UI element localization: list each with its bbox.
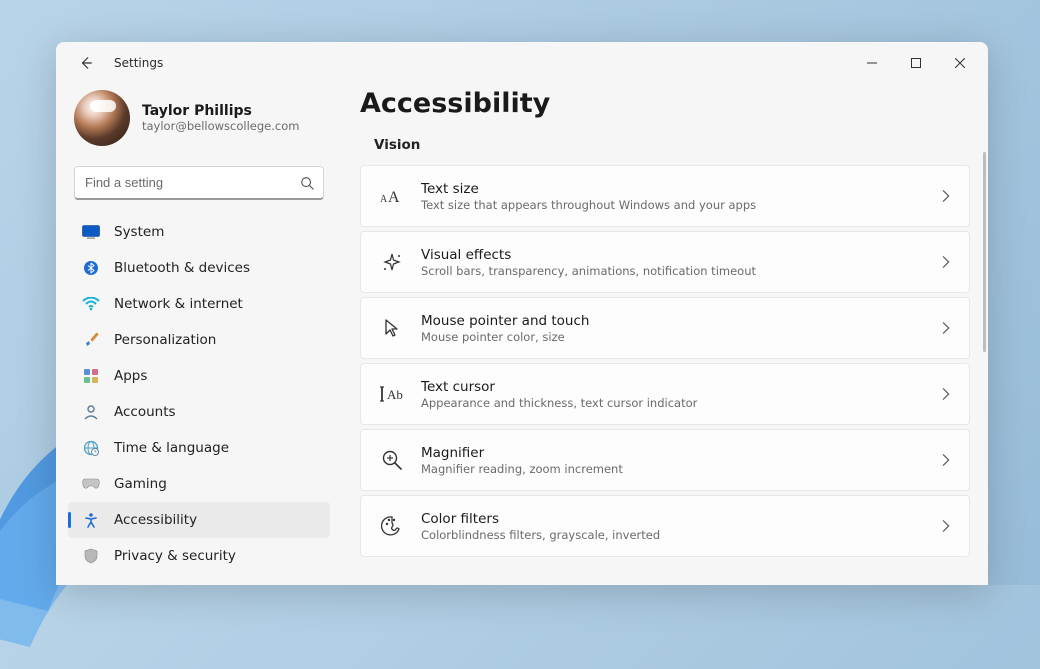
shield-icon [82, 547, 100, 565]
minimize-icon [867, 58, 877, 68]
setting-magnifier[interactable]: Magnifier Magnifier reading, zoom increm… [360, 429, 970, 491]
setting-text-cursor[interactable]: Ab Text cursor Appearance and thickness,… [360, 363, 970, 425]
main-content: Accessibility Vision AA Text size Text s… [342, 84, 988, 585]
sidebar-item-label: Time & language [114, 440, 229, 456]
minimize-button[interactable] [850, 47, 894, 79]
sidebar-item-label: Bluetooth & devices [114, 260, 250, 276]
setting-color-filters[interactable]: Color filters Colorblindness filters, gr… [360, 495, 970, 557]
bluetooth-icon [82, 259, 100, 277]
search-input[interactable] [74, 166, 324, 200]
chevron-right-icon [939, 189, 953, 203]
close-button[interactable] [938, 47, 982, 79]
chevron-right-icon [939, 453, 953, 467]
paintbrush-icon [82, 331, 100, 349]
sidebar-item-label: Privacy & security [114, 548, 236, 564]
chevron-right-icon [939, 387, 953, 401]
sidebar-item-accessibility[interactable]: Accessibility [68, 502, 330, 538]
card-title: Text cursor [421, 379, 939, 395]
card-subtitle: Magnifier reading, zoom increment [421, 462, 939, 476]
card-title: Mouse pointer and touch [421, 313, 939, 329]
sidebar-item-bluetooth[interactable]: Bluetooth & devices [68, 250, 330, 286]
sidebar-item-label: Apps [114, 368, 147, 384]
chevron-right-icon [939, 519, 953, 533]
close-icon [955, 58, 965, 68]
sidebar-item-label: Gaming [114, 476, 167, 492]
chevron-right-icon [939, 255, 953, 269]
sidebar-item-accounts[interactable]: Accounts [68, 394, 330, 430]
card-title: Magnifier [421, 445, 939, 461]
svg-text:Ab: Ab [387, 387, 403, 402]
apps-icon [82, 367, 100, 385]
cursor-icon [373, 309, 411, 347]
sidebar-item-personalization[interactable]: Personalization [68, 322, 330, 358]
setting-mouse-pointer[interactable]: Mouse pointer and touch Mouse pointer co… [360, 297, 970, 359]
magnifier-plus-icon [373, 441, 411, 479]
sidebar-item-privacy[interactable]: Privacy & security [68, 538, 330, 574]
maximize-button[interactable] [894, 47, 938, 79]
window-title: Settings [114, 56, 163, 70]
text-size-icon: AA [373, 177, 411, 215]
profile-card[interactable]: Taylor Phillips taylor@bellowscollege.co… [68, 84, 330, 164]
avatar [74, 90, 130, 146]
sidebar-item-system[interactable]: System [68, 214, 330, 250]
sidebar-item-label: System [114, 224, 164, 240]
palette-icon [373, 507, 411, 545]
sidebar-item-label: Personalization [114, 332, 216, 348]
back-button[interactable] [70, 47, 102, 79]
person-icon [82, 403, 100, 421]
sidebar-item-label: Accessibility [114, 512, 197, 528]
card-subtitle: Text size that appears throughout Window… [421, 198, 939, 212]
card-subtitle: Appearance and thickness, text cursor in… [421, 396, 939, 410]
setting-text-size[interactable]: AA Text size Text size that appears thro… [360, 165, 970, 227]
section-label: Vision [374, 137, 970, 153]
sidebar-item-apps[interactable]: Apps [68, 358, 330, 394]
gamepad-icon [82, 475, 100, 493]
card-subtitle: Colorblindness filters, grayscale, inver… [421, 528, 939, 542]
sidebar-item-label: Network & internet [114, 296, 243, 312]
chevron-right-icon [939, 321, 953, 335]
scrollbar-thumb[interactable] [983, 152, 986, 352]
setting-visual-effects[interactable]: Visual effects Scroll bars, transparency… [360, 231, 970, 293]
titlebar: Settings [56, 42, 988, 84]
svg-text:A: A [388, 189, 400, 206]
sidebar-item-network[interactable]: Network & internet [68, 286, 330, 322]
profile-name: Taylor Phillips [142, 103, 299, 119]
sidebar-item-time-language[interactable]: Time & language [68, 430, 330, 466]
card-title: Text size [421, 181, 939, 197]
arrow-left-icon [79, 56, 93, 70]
profile-email: taylor@bellowscollege.com [142, 119, 299, 133]
search-field [74, 166, 324, 200]
globe-clock-icon [82, 439, 100, 457]
wifi-icon [82, 295, 100, 313]
nav-list: System Bluetooth & devices Network & int… [68, 214, 330, 574]
card-title: Color filters [421, 511, 939, 527]
svg-text:A: A [380, 194, 388, 205]
accessibility-icon [82, 511, 100, 529]
system-icon [82, 223, 100, 241]
sparkle-icon [373, 243, 411, 281]
page-title: Accessibility [360, 88, 970, 119]
maximize-icon [911, 58, 921, 68]
sidebar-item-gaming[interactable]: Gaming [68, 466, 330, 502]
sidebar: Taylor Phillips taylor@bellowscollege.co… [56, 84, 342, 585]
sidebar-item-label: Accounts [114, 404, 176, 420]
text-cursor-icon: Ab [373, 375, 411, 413]
settings-window: Settings Taylor Phillips taylor@bellowsc… [56, 42, 988, 585]
card-subtitle: Mouse pointer color, size [421, 330, 939, 344]
card-title: Visual effects [421, 247, 939, 263]
card-subtitle: Scroll bars, transparency, animations, n… [421, 264, 939, 278]
